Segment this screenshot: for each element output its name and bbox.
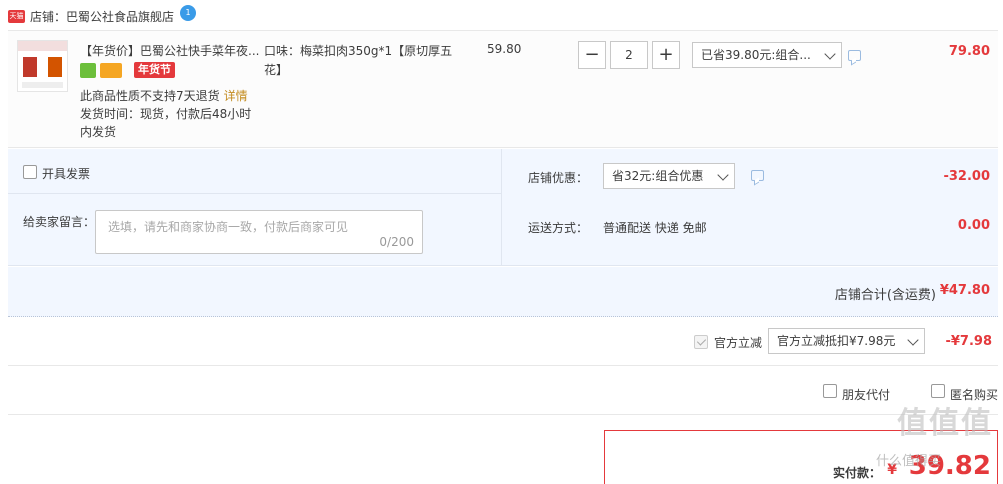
friend-pay-label: 朋友代付 bbox=[842, 388, 891, 402]
official-discount-checkbox[interactable] bbox=[694, 335, 708, 349]
site-watermark: 值值值 bbox=[897, 406, 993, 441]
order-extras: 开具发票 给卖家留言： 选填，请先和商家协商一致，付款后商家可见 0/200 店… bbox=[8, 149, 998, 266]
card-badge-icon bbox=[100, 62, 122, 78]
return-note-text: 此商品性质不支持7天退货 bbox=[80, 89, 220, 103]
pay-label: 实付款： bbox=[832, 466, 881, 480]
message-label: 给卖家留言： bbox=[23, 215, 96, 229]
detail-link[interactable]: 详情 bbox=[224, 89, 248, 103]
chevron-down-icon bbox=[824, 48, 836, 60]
quantity-input[interactable]: 2 bbox=[610, 41, 648, 69]
cart-item-row: 【年货价】巴蜀公社快手菜年夜... 年货节 此商品性质不支持7天退货 详情 发货时… bbox=[8, 30, 998, 148]
product-thumbnail[interactable] bbox=[17, 40, 68, 92]
anonymous-checkbox[interactable] bbox=[931, 384, 945, 398]
shipping-method: 普通配送 快递 免邮 bbox=[603, 221, 707, 235]
shop-discount-value: 省32元:组合优惠 bbox=[612, 169, 704, 183]
return-policy-note: 此商品性质不支持7天退货 详情 bbox=[80, 87, 248, 104]
unit-price: 59.80 bbox=[487, 42, 522, 56]
message-textarea[interactable]: 选填，请先和商家协商一致，付款后商家可见 0/200 bbox=[95, 210, 423, 254]
thumbnail-banner bbox=[18, 41, 67, 51]
shop-bar: 天猫 店铺：巴蜀公社食品旗舰店 1 bbox=[8, 5, 197, 27]
product-title[interactable]: 【年货价】巴蜀公社快手菜年夜... bbox=[80, 42, 260, 59]
invoice-checkbox[interactable] bbox=[23, 165, 37, 179]
service-badge-icon bbox=[80, 62, 96, 78]
thumbnail-footer bbox=[22, 82, 63, 88]
thumbnail-boxes bbox=[18, 57, 67, 77]
ship-time: 发货时间：现货，付款后48小时内发货 bbox=[80, 107, 252, 139]
shop-name[interactable]: 店铺：巴蜀公社食品旗舰店 bbox=[30, 8, 174, 25]
shipping-amount: 0.00 bbox=[957, 218, 990, 233]
official-discount-row: 官方立减 官方立减抵扣¥7.98元 -¥7.98 bbox=[8, 318, 998, 366]
chevron-down-icon bbox=[717, 169, 729, 181]
friend-pay-checkbox[interactable] bbox=[823, 384, 837, 398]
shop-total-label: 店铺合计(含运费) bbox=[834, 288, 936, 303]
chevron-down-icon bbox=[907, 334, 919, 346]
item-total: 79.80 bbox=[948, 44, 990, 59]
product-badges: 年货节 bbox=[80, 62, 175, 78]
promo-select-value: 已省39.80元:组合... bbox=[701, 48, 811, 62]
discount-message-icon[interactable] bbox=[751, 170, 764, 181]
extras-divider bbox=[501, 149, 502, 266]
shipping-label: 运送方式： bbox=[528, 221, 589, 235]
shop-total-amount: ¥47.80 bbox=[939, 283, 990, 298]
quantity-minus-button[interactable]: − bbox=[578, 41, 606, 69]
official-discount-select[interactable]: 官方立减抵扣¥7.98元 bbox=[768, 328, 925, 354]
official-discount-amount: -¥7.98 bbox=[945, 334, 992, 349]
official-discount-label: 官方立减 bbox=[714, 336, 763, 350]
festival-badge: 年货节 bbox=[134, 62, 175, 78]
message-placeholder: 选填，请先和商家协商一致，付款后商家可见 bbox=[108, 220, 349, 234]
shop-discount-select[interactable]: 省32元:组合优惠 bbox=[603, 163, 735, 189]
shop-total-row: 店铺合计(含运费) ¥47.80 bbox=[8, 267, 998, 317]
quantity-stepper: − 2 + bbox=[578, 41, 680, 69]
extras-hline bbox=[8, 193, 501, 194]
invoice-label: 开具发票 bbox=[42, 167, 91, 181]
payment-options-row: 朋友代付 匿名购买 bbox=[8, 367, 998, 415]
thumbnail-box bbox=[47, 57, 62, 77]
message-counter: 0/200 bbox=[379, 235, 414, 249]
shop-discount-label: 店铺优惠： bbox=[528, 171, 589, 185]
site-watermark-sub: 什么值得买 bbox=[875, 454, 941, 469]
product-spec: 口味：梅菜扣肉350g*1【原切厚五花】 bbox=[264, 44, 453, 77]
tmall-logo-icon: 天猫 bbox=[8, 9, 25, 23]
promo-select[interactable]: 已省39.80元:组合... bbox=[692, 42, 842, 68]
wangwang-chat-icon[interactable]: 1 bbox=[180, 5, 197, 21]
official-discount-value: 官方立减抵扣¥7.98元 bbox=[777, 334, 896, 348]
promo-message-icon[interactable] bbox=[848, 50, 861, 61]
quantity-plus-button[interactable]: + bbox=[652, 41, 680, 69]
thumbnail-box bbox=[23, 57, 38, 77]
shop-discount-amount: -32.00 bbox=[943, 169, 990, 184]
